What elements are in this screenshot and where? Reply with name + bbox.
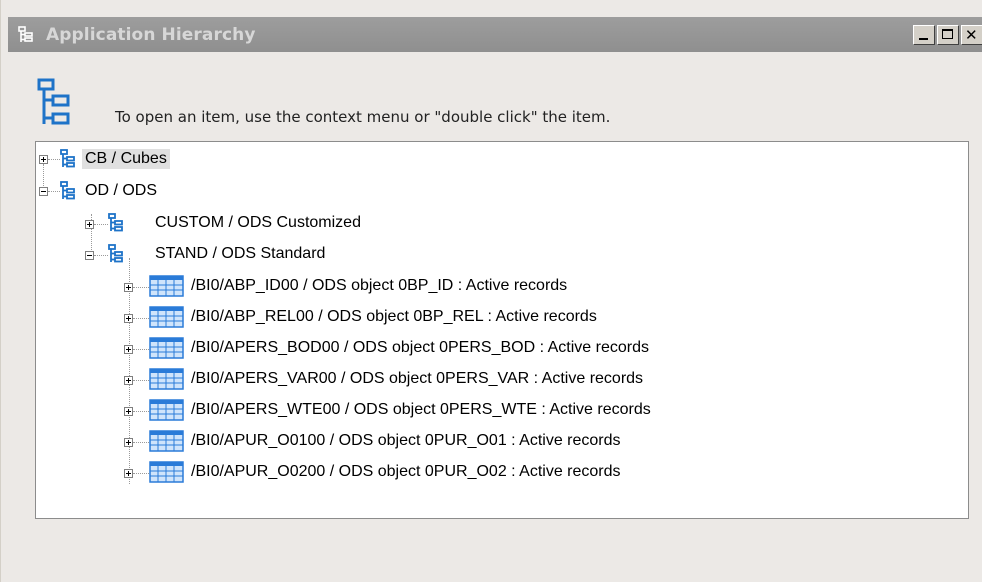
hierarchy-icon: [37, 78, 71, 135]
tree-node-label[interactable]: /BI0/APERS_VAR00 / ODS object 0PERS_VAR …: [188, 369, 646, 389]
tree-node-label[interactable]: CUSTOM / ODS Customized: [152, 213, 364, 233]
window-controls: ✕: [911, 25, 982, 45]
table-icon: [149, 368, 184, 390]
expand-icon[interactable]: [39, 155, 48, 164]
table-icon: [149, 275, 184, 297]
table-icon: [149, 430, 184, 452]
hierarchy-icon: [60, 180, 76, 202]
expand-icon[interactable]: [124, 345, 133, 354]
hierarchy-icon: [60, 148, 76, 170]
tree-node-label[interactable]: /BI0/ABP_REL00 / ODS object 0BP_REL : Ac…: [188, 307, 600, 327]
maximize-button[interactable]: [937, 25, 959, 45]
table-icon: [149, 306, 184, 328]
collapse-icon[interactable]: [39, 187, 48, 196]
table-icon: [149, 337, 184, 359]
tree-node-label[interactable]: OD / ODS: [82, 181, 160, 201]
hierarchy-icon: [108, 212, 124, 234]
hierarchy-tree[interactable]: CB / Cubes OD / ODS CUSTOM / ODS Customi…: [35, 141, 969, 519]
minimize-button[interactable]: [913, 25, 935, 45]
close-button[interactable]: ✕: [961, 25, 982, 45]
tree-node-label[interactable]: /BI0/APUR_O0100 / ODS object 0PUR_O01 : …: [188, 431, 624, 451]
instruction-text: To open an item, use the context menu or…: [115, 108, 611, 126]
title-bar[interactable]: Application Hierarchy ✕: [8, 17, 982, 52]
tree-node-label[interactable]: CB / Cubes: [82, 149, 170, 169]
minimize-icon: [919, 38, 928, 40]
close-icon: ✕: [965, 26, 978, 44]
application-hierarchy-window: Application Hierarchy ✕ To open an item,…: [0, 0, 982, 582]
hierarchy-icon: [108, 243, 124, 265]
expand-icon[interactable]: [85, 220, 94, 229]
tree-node-label[interactable]: STAND / ODS Standard: [152, 244, 328, 264]
expand-icon[interactable]: [124, 376, 133, 385]
window-title: Application Hierarchy: [46, 24, 256, 45]
expand-icon[interactable]: [124, 314, 133, 323]
tree-node-label[interactable]: /BI0/APERS_BOD00 / ODS object 0PERS_BOD …: [188, 338, 652, 358]
collapse-icon[interactable]: [85, 251, 94, 260]
table-icon: [149, 461, 184, 483]
table-icon: [149, 399, 184, 421]
expand-icon[interactable]: [124, 407, 133, 416]
maximize-icon: [942, 29, 953, 39]
tree-node-label[interactable]: /BI0/APERS_WTE00 / ODS object 0PERS_WTE …: [188, 400, 654, 420]
tree-node-label[interactable]: /BI0/APUR_O0200 / ODS object 0PUR_O02 : …: [188, 462, 624, 482]
hierarchy-icon: [18, 25, 34, 44]
tree-node-label[interactable]: /BI0/ABP_ID00 / ODS object 0BP_ID : Acti…: [188, 276, 570, 296]
expand-icon[interactable]: [124, 469, 133, 478]
expand-icon[interactable]: [124, 438, 133, 447]
expand-icon[interactable]: [124, 283, 133, 292]
